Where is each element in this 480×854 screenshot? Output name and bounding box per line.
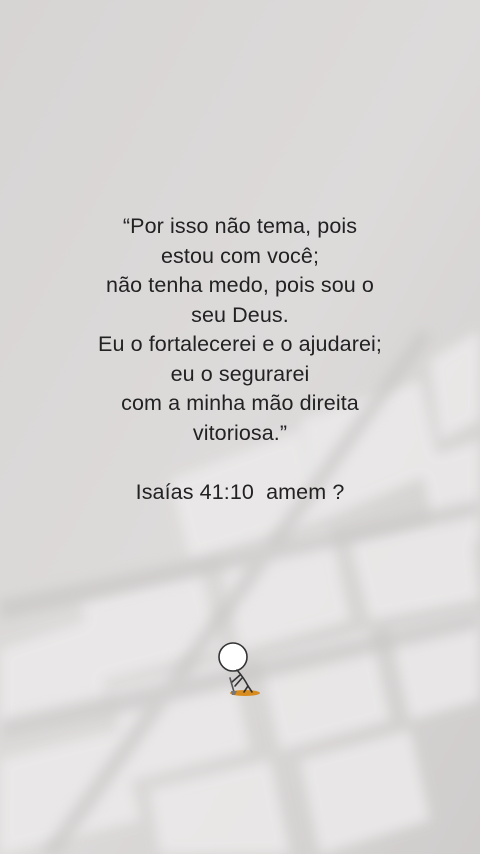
verse-line: “Por isso não tema, pois bbox=[122, 214, 358, 238]
verse-spacer bbox=[0, 448, 480, 478]
verse-reference: Isaías 41:10 amem ? bbox=[135, 479, 345, 504]
verse-line: com a minha mão direita bbox=[121, 391, 359, 415]
verse-line: eu o segurarei bbox=[170, 361, 310, 386]
bible-verse: “Por isso não tema, pois estou com você;… bbox=[0, 212, 480, 507]
verse-line: vitoriosa.” bbox=[192, 420, 288, 445]
verse-line: Eu o fortalecerei e o ajudarei; bbox=[98, 332, 382, 356]
verse-line: não tenha medo, pois sou o bbox=[106, 273, 374, 297]
verse-line: seu Deus. bbox=[191, 302, 289, 327]
stick-figure-with-shovel-icon bbox=[208, 640, 272, 700]
verse-line: estou com você; bbox=[160, 243, 320, 268]
